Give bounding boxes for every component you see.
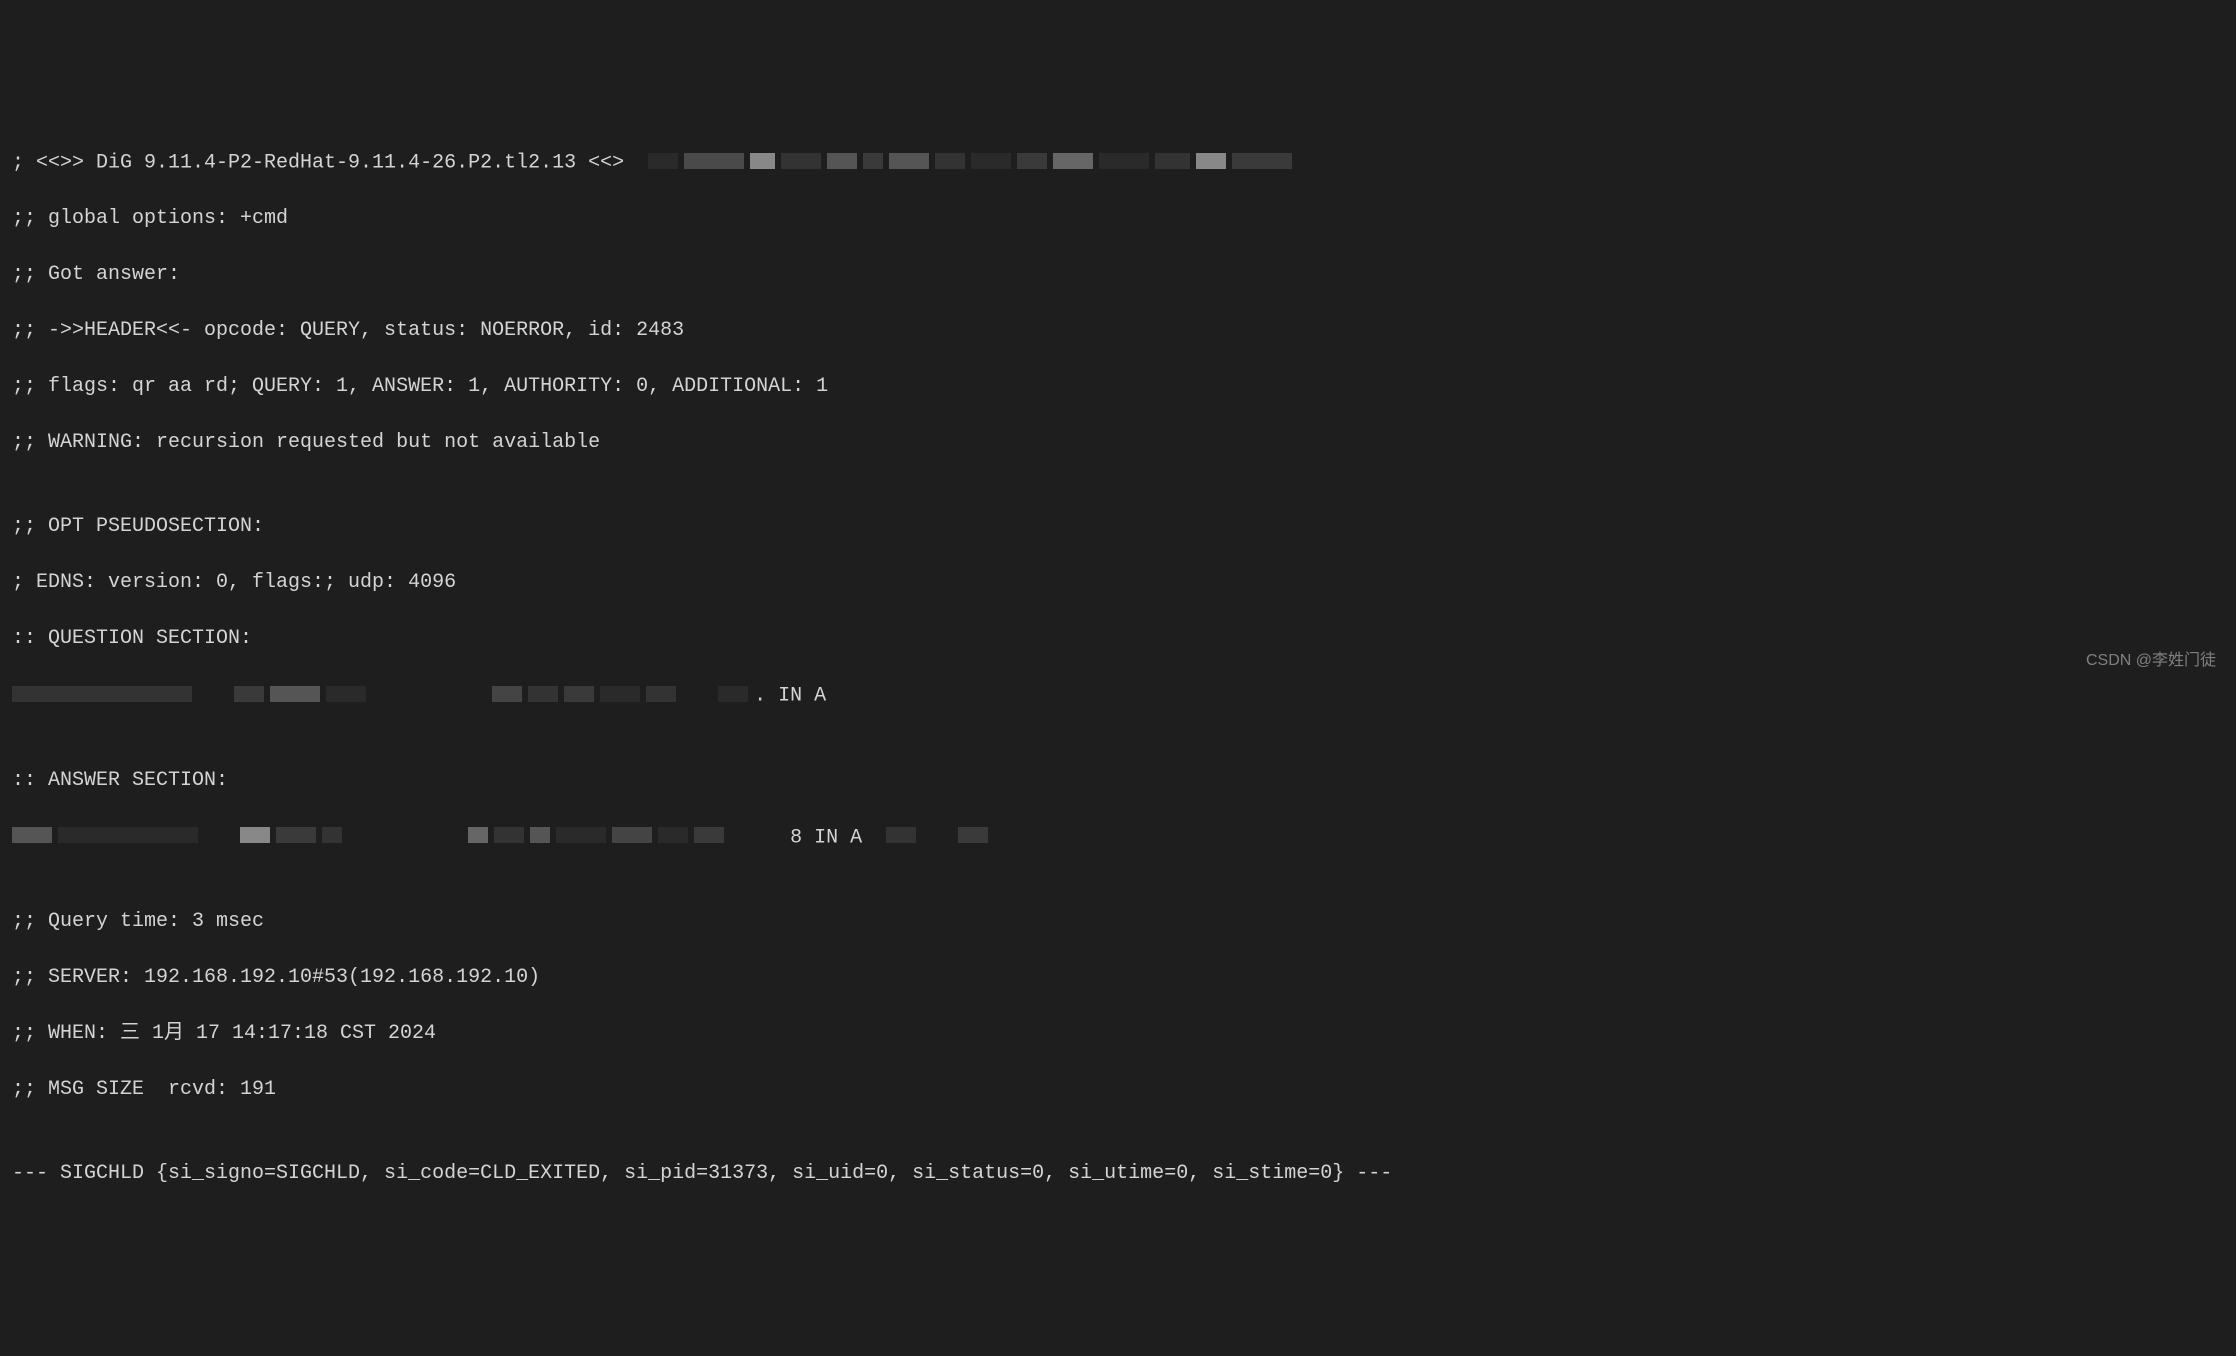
sigchld-line: --- SIGCHLD {si_signo=SIGCHLD, si_code=C…: [12, 1160, 2224, 1188]
watermark: CSDN @李姓门徒: [2086, 650, 2216, 672]
got-answer-line: ;; Got answer:: [12, 261, 2224, 289]
warning-line: ;; WARNING: recursion requested but not …: [12, 429, 2224, 457]
msg-size-line: ;; MSG SIZE rcvd: 191: [12, 1076, 2224, 1104]
server-line: ;; SERVER: 192.168.192.10#53(192.168.192…: [12, 964, 2224, 992]
terminal-output: ; <<>> DiG 9.11.4-P2-RedHat-9.11.4-26.P2…: [12, 120, 2224, 1216]
query-time-line: ;; Query time: 3 msec: [12, 908, 2224, 936]
answer-content-line: 8 IN A: [12, 823, 2224, 852]
question-content-line: . IN A: [12, 681, 2224, 710]
redacted-question: [12, 681, 754, 709]
answer-section-line: :: ANSWER SECTION:: [12, 767, 2224, 795]
opt-section-line: ;; OPT PSEUDOSECTION:: [12, 513, 2224, 541]
when-line: ;; WHEN: 三 1月 17 14:17:18 CST 2024: [12, 1020, 2224, 1048]
dig-version-line: ; <<>> DiG 9.11.4-P2-RedHat-9.11.4-26.P2…: [12, 148, 2224, 177]
redacted-answer: [12, 823, 730, 851]
header-line: ;; ->>HEADER<<- opcode: QUERY, status: N…: [12, 317, 2224, 345]
redacted-ip: [886, 823, 994, 851]
global-options-line: ;; global options: +cmd: [12, 205, 2224, 233]
question-section-line: :: QUESTION SECTION:: [12, 625, 2224, 653]
edns-line: ; EDNS: version: 0, flags:; udp: 4096: [12, 569, 2224, 597]
redacted-content: [648, 148, 1298, 176]
flags-line: ;; flags: qr aa rd; QUERY: 1, ANSWER: 1,…: [12, 373, 2224, 401]
